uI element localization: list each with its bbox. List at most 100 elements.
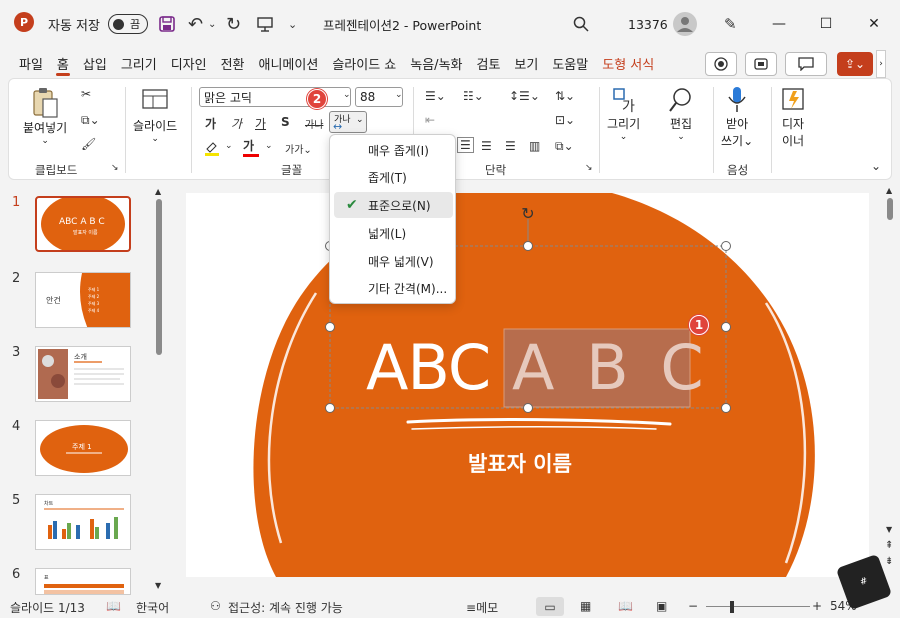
smartart-icon[interactable]: ⧉⌄ <box>555 139 574 154</box>
shadow-icon[interactable]: S <box>281 115 290 129</box>
zoom-slider[interactable] <box>706 606 810 607</box>
copy-icon[interactable]: ⧉⌄ <box>81 113 100 128</box>
slide-thumbnail-6[interactable]: 표 <box>35 568 131 595</box>
minimize-button[interactable]: — <box>765 12 793 36</box>
align-text-icon[interactable]: ⊡⌄ <box>555 113 575 127</box>
canvas-scroll-up-icon[interactable]: ▲ <box>886 186 892 195</box>
record-button[interactable] <box>705 52 737 76</box>
next-slide-icon[interactable]: ⇟ <box>885 556 893 567</box>
tab-record[interactable]: 녹음/녹화 <box>403 48 469 78</box>
cut-icon[interactable]: ✂ <box>81 87 91 101</box>
tab-transitions[interactable]: 전환 <box>214 48 252 78</box>
slide-sorter-icon[interactable]: ▦ <box>580 599 591 613</box>
bullets-icon[interactable]: ☰⌄ <box>425 89 446 103</box>
tab-draw[interactable]: 그리기 <box>114 48 164 78</box>
comments-button[interactable] <box>785 52 827 76</box>
collapse-ribbon-icon[interactable]: ⌄ <box>871 159 881 173</box>
new-slide-button[interactable]: 슬라이드 ⌄ <box>133 87 177 144</box>
avatar-icon[interactable] <box>673 12 697 36</box>
undo-dropdown-icon[interactable]: ⌄ <box>208 12 216 36</box>
spacing-tight[interactable]: 좁게(T) <box>334 164 453 190</box>
change-case-icon[interactable]: 가가⌄ <box>285 141 312 156</box>
tab-home[interactable]: 홈 <box>50 48 76 78</box>
numbering-icon[interactable]: ☷⌄ <box>463 89 484 103</box>
spacing-very-loose[interactable]: 매우 넓게(V) <box>334 248 453 274</box>
align-right-icon[interactable]: ☰ <box>481 139 492 153</box>
slide-canvas[interactable]: ↻ ABC A B C 발표자 이름 <box>186 193 869 577</box>
previous-slide-icon[interactable]: ⇞ <box>885 540 893 551</box>
spacing-loose[interactable]: 넓게(L) <box>334 220 453 246</box>
presenter-name[interactable]: 발표자 이름 <box>468 448 572 478</box>
rotate-handle-icon[interactable]: ↻ <box>518 203 538 223</box>
canvas-scrollbar-thumb[interactable] <box>887 198 893 220</box>
redo-icon[interactable]: ↻ <box>226 12 241 36</box>
save-icon[interactable] <box>158 12 176 36</box>
tab-insert[interactable]: 삽입 <box>76 48 114 78</box>
editing-button[interactable]: 편집 ⌄ <box>667 85 695 142</box>
tab-help[interactable]: 도움말 <box>545 48 595 78</box>
clipboard-launcher-icon[interactable]: ↘ <box>111 163 119 173</box>
tab-animations[interactable]: 애니메이션 <box>252 48 326 78</box>
strikethrough-icon[interactable]: 가나 <box>305 116 323 131</box>
align-center-icon[interactable]: ☰ <box>457 137 474 153</box>
zoom-out-icon[interactable]: − <box>688 599 698 613</box>
designer-pen-icon[interactable]: ✎ <box>724 12 737 36</box>
maximize-button[interactable]: ☐ <box>812 12 840 36</box>
notes-button[interactable]: ≡메모 <box>466 599 498 616</box>
font-name-dropdown-icon[interactable]: ⌄ <box>343 90 351 100</box>
slide-thumbnail-2[interactable]: 안건 주제 1 주제 2 주제 3 주제 4 <box>35 272 131 328</box>
highlight-dropdown-icon[interactable]: ⌄ <box>225 141 233 151</box>
font-size-dropdown-icon[interactable]: ⌄ <box>395 90 403 100</box>
font-name-field[interactable]: 맑은 고딕 <box>199 87 351 107</box>
font-color-dropdown-icon[interactable]: ⌄ <box>265 141 273 151</box>
slide-thumbnail-3[interactable]: 소개 <box>35 346 131 402</box>
tab-review[interactable]: 검토 <box>470 48 508 78</box>
underline-icon[interactable]: 가 <box>255 115 266 132</box>
present-teams-button[interactable] <box>745 52 777 76</box>
paste-button[interactable]: 붙여넣기 ⌄ <box>23 87 67 146</box>
spacing-normal[interactable]: ✔ 표준으로(N) <box>334 192 453 218</box>
share-button[interactable]: ⇪⌄ <box>837 52 873 76</box>
paragraph-launcher-icon[interactable]: ↘ <box>585 163 593 173</box>
thumbs-scrollbar-thumb[interactable] <box>156 199 162 355</box>
character-spacing-button[interactable]: 가나 ↔ ⌄ <box>329 111 367 133</box>
slide-thumbnail-1[interactable]: ABC A B C 발표자 이름 <box>35 196 131 252</box>
tab-file[interactable]: 파일 <box>12 48 50 78</box>
tab-view[interactable]: 보기 <box>507 48 545 78</box>
slide-title-spaced-selected[interactable]: A B C <box>512 337 710 399</box>
slide-title-normal[interactable]: ABC <box>366 337 491 399</box>
zoom-in-icon[interactable]: + <box>812 599 822 613</box>
tab-shape-format[interactable]: 도형 서식 <box>595 48 661 78</box>
format-painter-icon[interactable]: 🖌 <box>81 137 96 151</box>
accessibility-status[interactable]: 접근성: 계속 진행 가능 <box>228 599 343 616</box>
undo-icon[interactable]: ↶ <box>188 12 203 36</box>
spell-check-icon[interactable]: 📖 <box>106 599 121 613</box>
zoom-slider-thumb[interactable] <box>730 601 734 613</box>
tab-slideshow[interactable]: 슬라이드 쇼 <box>325 48 403 78</box>
justify-icon[interactable]: ☰ <box>505 139 516 153</box>
slide-thumbnail-5[interactable]: 차트 <box>35 494 131 550</box>
designer-button[interactable]: 디자 이너 <box>779 85 807 149</box>
drawing-shapes-button[interactable]: 가 그리기 ⌄ <box>607 85 640 142</box>
normal-view-icon[interactable]: ▭ <box>536 597 564 616</box>
spacing-more-options[interactable]: 기타 간격(M)... <box>334 275 453 301</box>
font-color-icon[interactable]: 가 <box>243 137 259 157</box>
line-spacing-icon[interactable]: ↕☰⌄ <box>509 89 540 103</box>
thumbs-scroll-down-icon[interactable]: ▼ <box>155 581 161 590</box>
search-icon[interactable] <box>573 12 589 36</box>
dictate-button[interactable]: 받아 쓰기⌄ <box>721 85 753 149</box>
tabs-scroll-right[interactable]: › <box>876 50 886 78</box>
language-indicator[interactable]: 한국어 <box>136 599 169 616</box>
spacing-very-tight[interactable]: 매우 좁게(I) <box>334 137 453 163</box>
text-direction-icon[interactable]: ⇅⌄ <box>555 89 575 103</box>
highlight-icon[interactable] <box>203 139 223 160</box>
thumbs-scroll-up-icon[interactable]: ▲ <box>155 187 161 196</box>
italic-icon[interactable]: 가 <box>231 115 242 132</box>
slide-thumbnail-4[interactable]: 주제 1 <box>35 420 131 476</box>
close-button[interactable]: ✕ <box>860 12 888 36</box>
tab-design[interactable]: 디자인 <box>164 48 214 78</box>
slideshow-start-icon[interactable] <box>256 12 274 36</box>
decrease-indent-icon[interactable]: ⇤ <box>425 113 435 127</box>
reading-view-icon[interactable]: 📖 <box>618 599 633 613</box>
customize-toolbar-icon[interactable]: ⌄ <box>288 12 297 36</box>
